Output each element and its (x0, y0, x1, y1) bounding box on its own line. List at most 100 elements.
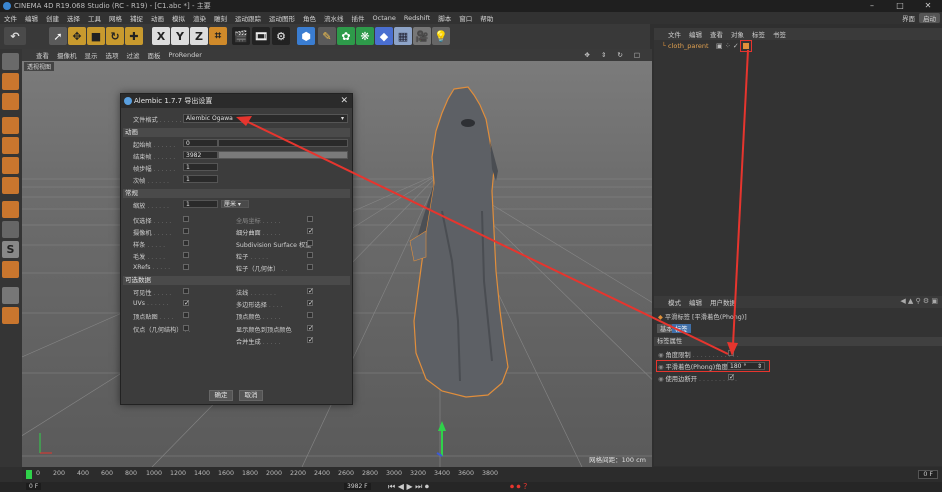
minimize-icon[interactable]: – (858, 0, 886, 12)
workplane-lock-icon[interactable] (2, 261, 19, 278)
cube-primitive-icon[interactable]: ⬢ (297, 27, 315, 45)
checkbox-merge-generators[interactable]: ✓ (307, 337, 314, 344)
pan-icon[interactable]: ✥ (584, 51, 589, 59)
render-picture-viewer-icon[interactable]: 🎞 (252, 27, 270, 45)
attr-menu-user-data[interactable]: 用户数据 (710, 297, 736, 307)
checkbox-uvs[interactable]: ✓ (183, 300, 190, 307)
checkbox-selection-only[interactable] (183, 216, 189, 222)
snap-icon[interactable]: S (2, 241, 19, 258)
subframe-input[interactable]: 1 (183, 175, 218, 183)
move-tool-icon[interactable]: ✥ (68, 27, 86, 45)
checkbox-vertex-maps[interactable] (183, 312, 189, 318)
camera-icon[interactable]: 🎥 (413, 27, 431, 45)
checkbox-normals[interactable]: ✓ (307, 288, 314, 295)
viewport-menu-filter[interactable]: 过滤 (127, 50, 140, 60)
phong-angle-input[interactable]: 180 ° ⇕ (727, 362, 765, 370)
make-editable-icon[interactable] (2, 53, 19, 70)
close-icon[interactable]: ✕ (340, 94, 348, 108)
menu-item-mograph[interactable]: 运动图形 (269, 13, 295, 23)
menu-item-plugins[interactable]: 插件 (352, 13, 365, 23)
axis-z-icon[interactable]: Z (190, 27, 208, 45)
points-mode-icon[interactable] (2, 137, 19, 154)
checkbox-subdivision[interactable]: ✓ (307, 228, 314, 235)
end-frame-field[interactable]: 3982 F (344, 483, 371, 490)
zoom-icon[interactable]: ⇕ (601, 51, 606, 59)
viewport-menu-display[interactable]: 显示 (85, 50, 98, 60)
checkbox-global-coords[interactable] (307, 216, 313, 222)
ok-button[interactable]: 确定 (209, 390, 233, 401)
menu-item-edit[interactable]: 编辑 (25, 13, 38, 23)
menu-item-snap[interactable]: 捕捉 (130, 13, 143, 23)
start-frame-input[interactable]: 0 (183, 139, 218, 147)
floor-icon[interactable]: ▦ (394, 27, 412, 45)
checkbox-splines[interactable] (183, 240, 189, 246)
maximize-icon[interactable]: □ (886, 0, 914, 12)
highlighted-tag[interactable] (740, 40, 752, 52)
viewport-menu-cameras[interactable]: 摄像机 (57, 50, 77, 60)
menu-item-pipeline[interactable]: 流水线 (324, 13, 344, 23)
attr-menu-edit[interactable]: 编辑 (689, 297, 702, 307)
attr-menu-mode[interactable]: 模式 (668, 297, 681, 307)
orbit-icon[interactable]: ↻ (617, 51, 622, 59)
end-frame-slider[interactable] (218, 151, 348, 159)
checkbox-points-only[interactable] (183, 325, 189, 331)
current-frame-field[interactable]: 0 F (918, 470, 938, 479)
polygons-mode-icon[interactable] (2, 177, 19, 194)
viewport-menu-view[interactable]: 查看 (36, 50, 49, 60)
undo-icon[interactable]: ↶ (4, 27, 26, 45)
layout-dropdown[interactable]: 启动 (919, 13, 940, 23)
menu-item-render[interactable]: 渲染 (193, 13, 206, 23)
axis-y-icon[interactable]: Y (171, 27, 189, 45)
menu-item-help[interactable]: 帮助 (480, 13, 493, 23)
light-icon[interactable]: 💡 (432, 27, 450, 45)
checkbox-particle-geometry[interactable] (307, 264, 313, 270)
frame-step-input[interactable]: 1 (183, 163, 218, 171)
obj-menu-edit[interactable]: 编辑 (689, 29, 702, 39)
scale-tool-icon[interactable]: ■ (87, 27, 105, 45)
obj-menu-tags[interactable]: 标签 (752, 29, 765, 39)
render-settings-icon[interactable]: ⚙ (272, 27, 290, 45)
rotate-tool-icon[interactable]: ↻ (106, 27, 124, 45)
model-mode-icon[interactable] (2, 73, 19, 90)
menu-item-redshift[interactable]: Redshift (404, 14, 430, 22)
toggle-view-icon[interactable]: □ (634, 51, 640, 59)
playback-controls[interactable]: ⏮ ◀ ▶ ⏭ ⏺ (388, 482, 429, 492)
cloner-icon[interactable]: ❋ (356, 27, 374, 45)
checkbox-vertex-colors[interactable] (307, 312, 313, 318)
start-frame-field[interactable]: 0 F (26, 483, 42, 490)
menu-item-octane[interactable]: Octane (373, 14, 396, 22)
menu-item-script[interactable]: 脚本 (438, 13, 451, 23)
menu-item-sculpt[interactable]: 雕刻 (214, 13, 227, 23)
checkbox-display-color[interactable]: ✓ (307, 325, 314, 332)
deformer-icon[interactable]: ◆ (375, 27, 393, 45)
timeline-playhead[interactable] (26, 470, 32, 479)
checkbox-subdivision-weights[interactable] (307, 240, 313, 246)
attribute-nav-icons[interactable]: ◀ ▲ ⚲ ⚙ ▣ (900, 297, 938, 305)
menu-item-character[interactable]: 角色 (303, 13, 316, 23)
use-edge-breaks-checkbox[interactable]: ✓ (728, 374, 735, 381)
obj-menu-file[interactable]: 文件 (668, 29, 681, 39)
checkbox-xrefs[interactable] (183, 264, 189, 270)
coordinate-system-icon[interactable]: ⌗ (209, 27, 227, 45)
object-row-cloth-parent[interactable]: └ cloth_parent (662, 42, 709, 50)
texture-mode-icon[interactable] (2, 93, 19, 110)
checkbox-particles[interactable] (307, 252, 313, 258)
viewport-menu-panel[interactable]: 面板 (148, 50, 161, 60)
select-arrow-icon[interactable]: ➚ (49, 27, 67, 45)
cancel-button[interactable]: 取消 (239, 390, 263, 401)
menu-item-mesh[interactable]: 网格 (109, 13, 122, 23)
checkbox-cameras[interactable] (183, 228, 189, 234)
end-frame-input[interactable]: 3982 (183, 151, 218, 159)
menu-item-animate[interactable]: 动画 (151, 13, 164, 23)
tab-tag[interactable]: 标签 (672, 324, 691, 333)
scale-input[interactable]: 1 (183, 200, 218, 208)
menu-item-simulate[interactable]: 模拟 (172, 13, 185, 23)
start-frame-slider[interactable] (218, 139, 348, 147)
menu-item-file[interactable]: 文件 (4, 13, 17, 23)
checkbox-polygon-selection[interactable]: ✓ (307, 300, 314, 307)
tweak-mode-icon[interactable] (2, 221, 19, 238)
edges-mode-icon[interactable] (2, 157, 19, 174)
checkbox-visibility[interactable] (183, 288, 189, 294)
lock-workplane-icon[interactable] (2, 287, 19, 304)
obj-menu-objects[interactable]: 对象 (731, 29, 744, 39)
